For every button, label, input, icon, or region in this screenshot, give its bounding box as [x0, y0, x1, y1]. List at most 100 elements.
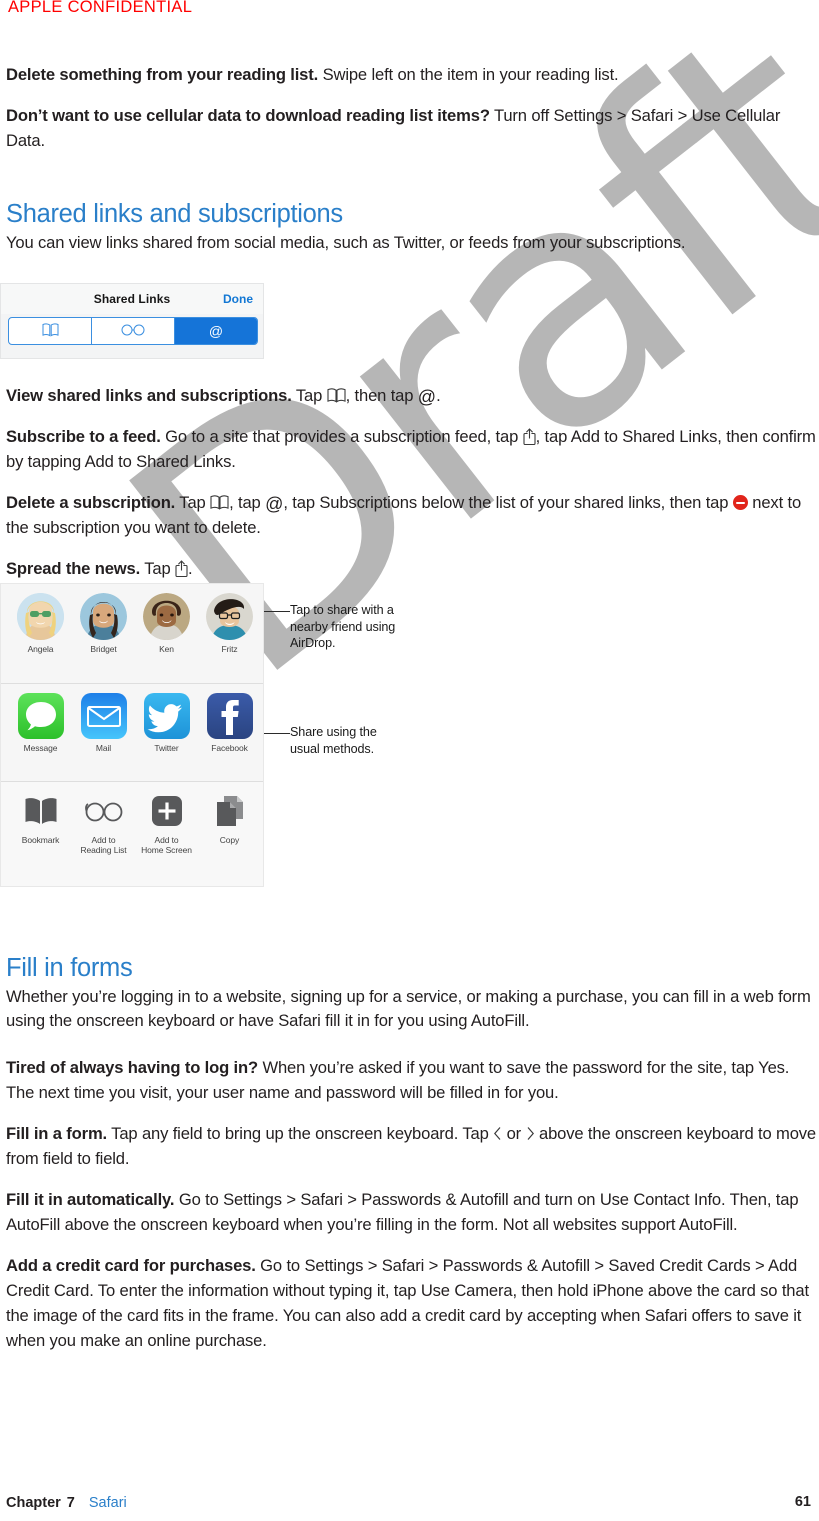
paragraph-lead: Fill in a form. [6, 1124, 108, 1143]
share-item-label: Bookmark [21, 835, 60, 845]
avatar-ken [143, 593, 190, 640]
done-button[interactable]: Done [223, 292, 253, 306]
reading-list-glasses-icon [120, 324, 146, 339]
share-app-item[interactable]: Facebook [198, 693, 261, 753]
share-item-label: Add to Home Screen [141, 835, 192, 855]
paragraph-lead: Tired of always having to log in? [6, 1058, 258, 1077]
airdrop-contact[interactable]: Ken [135, 593, 198, 654]
share-app-item[interactable]: Mail [72, 693, 135, 753]
share-action-item[interactable]: Add to Reading List [72, 791, 135, 855]
paragraph-delete-subscription: Delete a subscription. Tap , tap @, tap … [6, 490, 818, 540]
share-action-item[interactable]: Add to Home Screen [135, 791, 198, 855]
footer-page-number: 61 [794, 1494, 811, 1510]
paragraph-add-credit-card: Add a credit card for purchases. Go to S… [6, 1253, 818, 1353]
share-item-label: Twitter [154, 743, 179, 753]
share-apps-row: Message Mail Twitter Facebook [1, 684, 263, 782]
chevron-left-icon [493, 1126, 502, 1141]
section-intro-shared-links: You can view links shared from social me… [6, 233, 686, 252]
paragraph-view-shared-links: View shared links and subscriptions. Tap… [6, 383, 818, 408]
airdrop-contact[interactable]: Fritz [198, 593, 261, 654]
paragraph-body: Tap any field to bring up the onscreen k… [6, 1124, 817, 1168]
share-item-label: Bridget [90, 644, 117, 654]
page-footer: Chapter 7 Safari 61 [6, 1494, 811, 1516]
paragraph-lead: View shared links and subscriptions. [6, 386, 292, 405]
bookmark-action-icon [19, 791, 63, 831]
bookmarks-icon [210, 495, 229, 510]
copy-action-icon [208, 791, 252, 831]
share-actions-row: Bookmark Add to Reading List Add to Home… [1, 782, 263, 886]
footer-chapter-label: Chapter [6, 1495, 61, 1511]
share-item-label: Add to Reading List [80, 835, 127, 855]
share-icon [523, 427, 536, 446]
shared-links-titlebar: Shared Links Done [1, 284, 263, 314]
paragraph-lead: Delete something from your reading list. [6, 65, 319, 84]
share-action-item[interactable]: Bookmark [9, 791, 72, 855]
airdrop-contact[interactable]: Bridget [72, 593, 135, 654]
share-item-label: Message [23, 743, 58, 753]
avatar-fritz [206, 593, 253, 640]
chevron-right-icon [526, 1126, 535, 1141]
segment-reading-list[interactable] [92, 318, 175, 344]
airdrop-contact[interactable]: Angela [9, 593, 72, 654]
share-item-label: Mail [95, 743, 112, 753]
mail-app-icon [80, 693, 127, 739]
paragraph-lead: Don’t want to use cellular data to downl… [6, 106, 490, 125]
avatar-angela [17, 593, 64, 640]
at-sign-icon: @ [265, 494, 284, 514]
share-sheet-figure: Angela Bridget Ken Fritz Message Mail Tw… [0, 583, 264, 887]
at-sign-icon: @ [208, 323, 224, 339]
segment-shared-links[interactable]: @ [175, 318, 257, 344]
paragraph-cellular-data: Don’t want to use cellular data to downl… [6, 103, 818, 153]
messages-app-icon [17, 693, 64, 739]
share-actions-list: Bookmark Add to Reading List Add to Home… [1, 791, 263, 855]
paragraph-body: Swipe left on the item in your reading l… [318, 65, 619, 84]
shared-links-segmented-control[interactable]: @ [8, 317, 258, 345]
callout-leader-line-share-methods [264, 733, 290, 734]
shared-links-figure: Shared Links Done @ [0, 283, 264, 359]
bookmarks-icon [327, 388, 346, 403]
paragraph-tired-of-log-in: Tired of always having to log in? When y… [6, 1055, 818, 1105]
bookmarks-icon [42, 322, 59, 340]
confidential-banner: APPLE CONFIDENTIAL [8, 0, 193, 16]
facebook-app-icon [206, 693, 253, 739]
section-heading-fill-forms: Fill in forms [6, 954, 133, 982]
paragraph-lead: Delete a subscription. [6, 493, 176, 512]
paragraph-spread-the-news: Spread the news. Tap . [6, 556, 818, 581]
share-icon [175, 559, 188, 578]
callout-leader-line-airdrop [264, 611, 290, 612]
paragraph-fill-automatically: Fill it in automatically. Go to Settings… [6, 1187, 818, 1237]
paragraph-body: Tap . [140, 559, 193, 578]
callout-share-methods: Share using the usual methods. [290, 724, 405, 757]
paragraph-lead: Fill it in automatically. [6, 1190, 175, 1209]
share-item-label: Fritz [221, 644, 238, 654]
share-app-item[interactable]: Message [9, 693, 72, 753]
segment-bookmarks[interactable] [9, 318, 92, 344]
share-item-label: Angela [27, 644, 54, 654]
share-apps-list: Message Mail Twitter Facebook [1, 693, 263, 753]
add-home-screen-action-icon [145, 791, 189, 831]
paragraph-body: Tap , then tap @. [291, 386, 441, 407]
document-page: APPLE CONFIDENTIAL Delete something from… [0, 0, 819, 1521]
at-sign-icon: @ [417, 387, 437, 407]
share-item-label: Facebook [211, 743, 248, 753]
twitter-app-icon [143, 693, 190, 739]
share-action-item[interactable]: Copy [198, 791, 261, 855]
callout-share-methods-text: Share using the usual methods. [290, 725, 377, 756]
delete-minus-icon [732, 495, 748, 510]
footer-chapter-title[interactable]: Safari [89, 1495, 127, 1511]
airdrop-contacts-row: Angela Bridget Ken Fritz [1, 584, 263, 684]
paragraph-subscribe-to-feed: Subscribe to a feed. Go to a site that p… [6, 424, 818, 474]
share-item-label: Copy [219, 835, 240, 845]
section-heading-shared-links: Shared links and subscriptions [6, 200, 343, 228]
share-item-label: Ken [159, 644, 174, 654]
section-intro-fill-forms: Whether you’re logging in to a website, … [6, 987, 811, 1030]
share-app-item[interactable]: Twitter [135, 693, 198, 753]
callout-airdrop: Tap to share with a nearby friend using … [290, 602, 405, 652]
avatar-bridget [80, 593, 127, 640]
airdrop-contacts-list: Angela Bridget Ken Fritz [1, 593, 263, 654]
callout-airdrop-text: Tap to share with a nearby friend using … [290, 603, 396, 650]
paragraph-lead: Add a credit card for purchases. [6, 1256, 256, 1275]
reading-list-action-icon [82, 791, 126, 831]
